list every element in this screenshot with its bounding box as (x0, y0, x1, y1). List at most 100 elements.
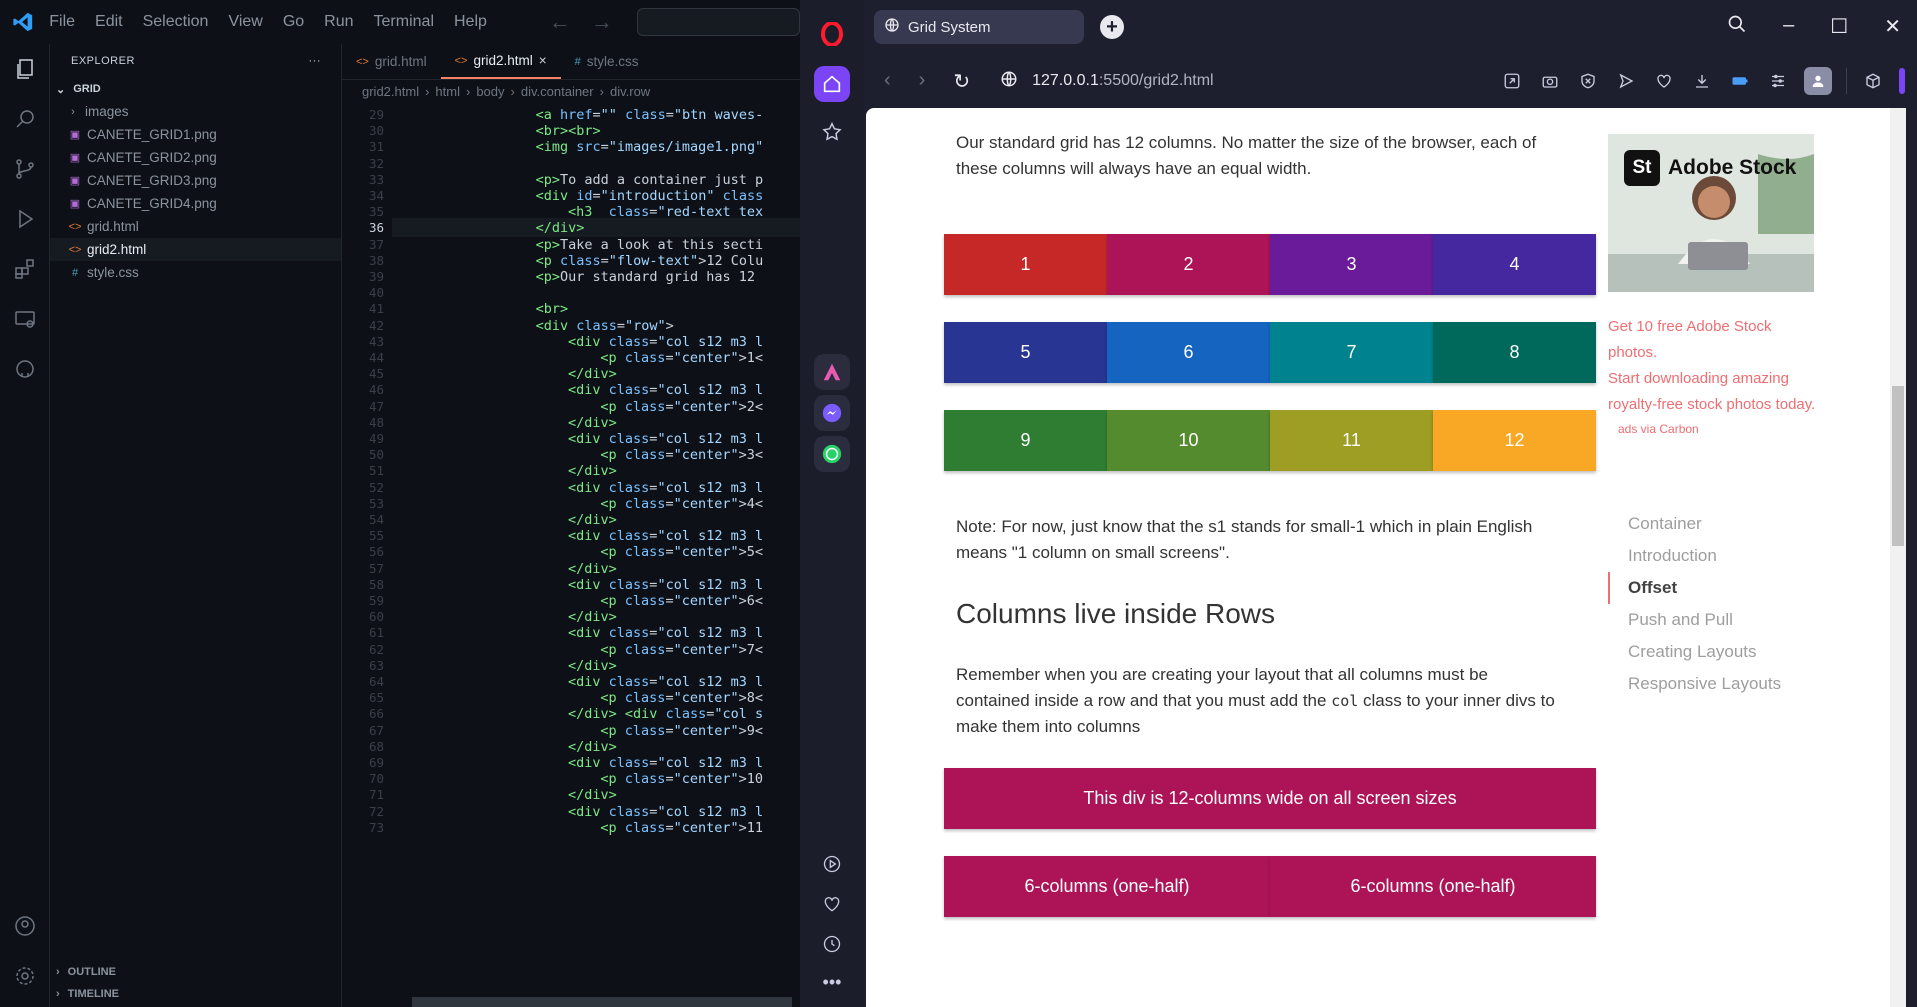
send-to-icon[interactable] (1500, 69, 1524, 93)
command-center-search[interactable] (636, 8, 800, 36)
ad-text[interactable]: Get 10 free Adobe Stock photos. Start dow… (1608, 314, 1816, 418)
forward-icon[interactable]: › (919, 69, 926, 94)
line-number: 33 (368, 172, 384, 187)
file-item[interactable]: ▣ CANETE_GRID3.png (50, 169, 341, 192)
half-width-row: 6-columns (one-half) 6-columns (one-half) (944, 856, 1596, 917)
menu-item-selection[interactable]: Selection (143, 13, 209, 31)
profile-icon[interactable] (1804, 67, 1832, 95)
github-icon[interactable] (0, 344, 50, 394)
explorer-icon[interactable] (0, 44, 50, 94)
maximize-icon[interactable]: ☐ (1830, 14, 1848, 40)
snapshot-camera-icon[interactable] (1538, 69, 1562, 93)
editor-tab[interactable]: <> grid.html (342, 44, 441, 79)
breadcrumb-item[interactable]: div.container (521, 84, 594, 99)
file-item[interactable]: <> grid.html (50, 215, 341, 238)
forward-arrow-icon[interactable]: → (591, 9, 613, 35)
editor-tab[interactable]: <> grid2.html × (440, 44, 561, 79)
menu-item-view[interactable]: View (228, 13, 262, 31)
code-line: <p class="center">1< (600, 350, 763, 366)
back-icon[interactable]: ‹ (884, 69, 891, 94)
extensions-icon[interactable] (0, 244, 50, 294)
toc-link[interactable]: Push and Pull (1608, 604, 1848, 636)
more-actions-icon[interactable]: ··· (309, 55, 322, 67)
browser-tab[interactable]: Grid System (874, 10, 1084, 44)
account-icon[interactable] (0, 901, 50, 951)
toc-link[interactable]: Introduction (1608, 540, 1848, 572)
easy-setup-icon[interactable] (1766, 69, 1790, 93)
file-item[interactable]: ▣ CANETE_GRID2.png (50, 146, 341, 169)
folder-grid[interactable]: ⌄ GRID (50, 78, 341, 100)
code-line: </div> (568, 609, 617, 625)
run-debug-icon[interactable] (0, 194, 50, 244)
toc-link[interactable]: Responsive Layouts (1608, 668, 1848, 700)
carbon-ad[interactable]: St Adobe Stock Get 10 free Adobe Stock p… (1608, 134, 1816, 436)
menu-item-go[interactable]: Go (283, 13, 304, 31)
search-icon[interactable] (0, 94, 50, 144)
opera-logo-icon[interactable] (814, 16, 850, 52)
toc-link[interactable]: Creating Layouts (1608, 636, 1848, 668)
outline-section[interactable]: › OUTLINE (50, 961, 116, 983)
scrollbar-thumb[interactable] (1892, 386, 1904, 546)
close-tab-icon[interactable]: × (539, 53, 547, 68)
grid-cell: 2 (1107, 234, 1270, 295)
sidebar-toggle[interactable] (1899, 68, 1905, 94)
breadcrumb-item[interactable]: grid2.html (362, 84, 419, 99)
close-icon[interactable]: ✕ (1884, 14, 1901, 40)
minimize-icon[interactable]: – (1783, 14, 1794, 40)
bookmarks-star-icon[interactable] (814, 114, 850, 150)
line-number: 59 (368, 593, 384, 608)
settings-gear-icon[interactable] (0, 951, 50, 1001)
breadcrumb-item[interactable]: body (476, 84, 504, 99)
toc-link[interactable]: Offset (1608, 572, 1848, 604)
site-info-globe-icon[interactable] (1000, 70, 1018, 93)
home-icon[interactable] (814, 66, 850, 102)
download-icon[interactable] (1690, 69, 1714, 93)
extensions-cube-icon[interactable] (1861, 69, 1885, 93)
menu-item-file[interactable]: File (49, 13, 75, 31)
aria-ai-icon[interactable] (814, 354, 850, 390)
file-item[interactable]: <> grid2.html (50, 238, 341, 261)
png-file-icon: ▣ (69, 175, 81, 187)
url-field[interactable]: 127.0.0.1:5500/grid2.html (1000, 70, 1214, 93)
breadcrumb-item[interactable]: html (435, 84, 460, 99)
bookmark-heart-icon[interactable] (1652, 69, 1676, 93)
reload-icon[interactable]: ↻ (953, 69, 970, 94)
page-scrollbar[interactable] (1890, 108, 1906, 1007)
battery-saver-icon[interactable] (1728, 69, 1752, 93)
menu-item-edit[interactable]: Edit (95, 13, 123, 31)
toc-link[interactable]: Container (1608, 508, 1848, 540)
line-number: 58 (368, 577, 384, 592)
ad-via[interactable]: ads via Carbon (1618, 422, 1816, 436)
back-arrow-icon[interactable]: ← (549, 9, 571, 35)
adblock-shield-icon[interactable] (1576, 69, 1600, 93)
more-options-icon[interactable]: ••• (814, 964, 850, 1000)
new-tab-button[interactable]: + (1100, 15, 1124, 39)
heart-icon[interactable] (814, 886, 850, 922)
ad-image[interactable]: St Adobe Stock (1608, 134, 1814, 292)
breadcrumb-item[interactable]: div.row (610, 84, 650, 99)
code-line: </div> <div class="col s (568, 706, 764, 722)
menu-item-help[interactable]: Help (454, 13, 487, 31)
file-item[interactable]: # style.css (50, 261, 341, 284)
whatsapp-icon[interactable] (814, 436, 850, 472)
horizontal-scrollbar[interactable] (412, 997, 792, 1007)
history-clock-icon[interactable] (814, 926, 850, 962)
player-icon[interactable] (814, 846, 850, 882)
file-item[interactable]: ▣ CANETE_GRID4.png (50, 192, 341, 215)
adobe-stock-logo: St (1624, 150, 1660, 186)
tab-bar: Grid System + – ☐ ✕ (864, 0, 1917, 56)
menu-item-run[interactable]: Run (324, 13, 353, 31)
line-number: 55 (368, 528, 384, 543)
line-number: 51 (368, 463, 384, 478)
editor-tab[interactable]: # style.css (561, 44, 653, 79)
file-item[interactable]: ▣ CANETE_GRID1.png (50, 123, 341, 146)
remote-explorer-icon[interactable] (0, 294, 50, 344)
send-arrow-icon[interactable] (1614, 69, 1638, 93)
code-editor[interactable]: 29 <a href="" class="btn waves- 30 <br><br>… (342, 104, 800, 1007)
messenger-icon[interactable] (814, 395, 850, 431)
search-tabs-icon[interactable] (1727, 14, 1747, 40)
menu-item-terminal[interactable]: Terminal (374, 13, 434, 31)
source-control-icon[interactable] (0, 144, 50, 194)
file-item[interactable]: › images (50, 100, 341, 123)
timeline-section[interactable]: › TIMELINE (50, 983, 119, 1005)
